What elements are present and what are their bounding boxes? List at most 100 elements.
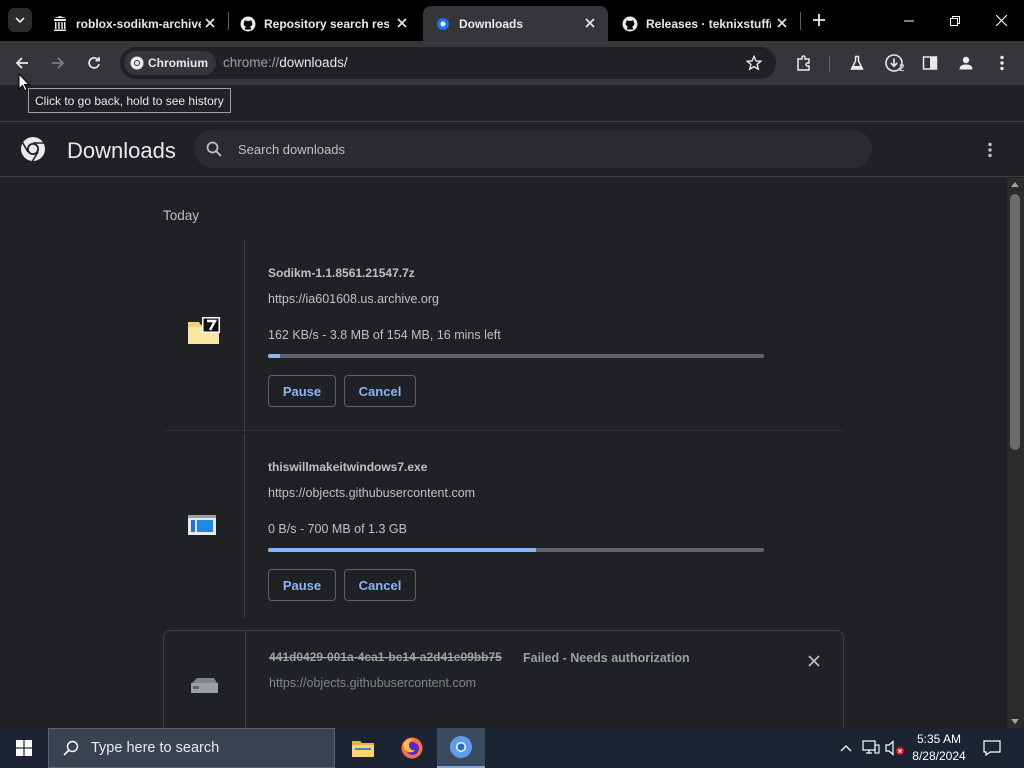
chip-label: Chromium [148,56,208,70]
folder-icon [352,741,374,757]
downloads-header: Downloads [0,121,1024,177]
profile-button[interactable] [952,49,980,77]
minimize-button[interactable] [886,0,932,41]
minimize-icon [904,20,914,21]
show-hidden-icons-button[interactable] [836,738,856,758]
taskbar-search-box[interactable]: Type here to search [48,728,335,768]
scroll-up-icon[interactable] [1011,182,1019,187]
tab-title: Repository search results [264,16,389,31]
reload-button[interactable] [80,49,108,77]
archive-icon [54,15,66,31]
mouse-cursor-icon [18,73,30,92]
tab-downloads[interactable]: Downloads [423,6,608,41]
scroll-down-icon[interactable] [1011,719,1019,724]
back-button-tooltip: Click to go back, hold to see history [28,88,231,113]
browser-toolbar: Chromium chrome://downloads/ 2 [0,41,1024,85]
tab-separator [800,12,801,30]
extensions-button[interactable] [790,49,818,77]
side-panel-button[interactable] [916,49,944,77]
tab-roblox-archive[interactable]: roblox-sodikm-archive [40,6,228,41]
bookmark-button[interactable] [740,49,768,77]
address-bar[interactable]: Chromium chrome://downloads/ [120,47,776,79]
vertical-dots-icon [1000,55,1004,71]
url-scheme: chrome:// [223,55,280,70]
file-name[interactable]: thiswillmakeitwindows7.exe [268,460,427,474]
tab-close-icon[interactable] [774,15,790,31]
toolbar-divider [829,56,830,72]
chevron-down-icon [15,17,25,24]
volume-tray-button[interactable] [885,738,905,758]
url-text[interactable]: chrome://downloads/ [223,55,348,70]
downloads-count-badge: 2 [899,63,905,74]
7z-archive-icon [188,317,220,344]
drive-icon [191,678,218,693]
arrow-right-icon [52,57,65,69]
site-info-chip[interactable]: Chromium [124,51,216,75]
remove-from-list-button[interactable] [804,651,824,671]
file-name[interactable]: 441d0429-001a-4ca1-bc14-a2d41e09bb75 [269,650,502,664]
progress-fill [268,548,536,552]
cancel-button[interactable]: Cancel [344,375,416,407]
date-group-label: Today [163,208,200,223]
windows-taskbar: Type here to search 5:35 AM 8/28/2024 [0,728,1024,768]
page-title: Downloads [67,138,176,163]
item-divider [163,430,844,431]
network-tray-button[interactable] [861,738,881,758]
search-downloads-box[interactable] [194,130,872,168]
cancel-button[interactable]: Cancel [344,569,416,601]
arrow-left-icon [15,57,28,69]
clock-date: 8/28/2024 [912,749,966,763]
person-icon [959,56,973,70]
file-explorer-button[interactable] [339,728,387,768]
file-url[interactable]: https://objects.githubusercontent.com [269,676,476,690]
tab-releases[interactable]: Releases · teknixstuff/ [610,6,800,41]
restore-icon [950,15,960,26]
download-status: 162 KB/s - 3.8 MB of 154 MB, 16 mins lef… [268,328,501,342]
chevron-up-icon [840,745,852,752]
firefox-button[interactable] [388,728,436,768]
chromium-taskbar-button[interactable] [437,728,485,768]
progress-bar [268,548,764,552]
new-tab-button[interactable] [808,9,830,31]
pause-button[interactable]: Pause [268,569,336,601]
network-icon [862,740,880,754]
close-window-button[interactable] [978,0,1024,41]
browser-menu-button[interactable] [988,49,1016,77]
more-actions-button[interactable] [978,138,1002,162]
taskbar-search-placeholder: Type here to search [91,740,220,756]
file-name[interactable]: Sodikm-1.1.8561.21547.7z [268,266,415,280]
chromium-logo-icon [21,137,45,162]
downloads-button[interactable]: 2 [880,49,908,77]
search-input[interactable] [238,130,838,168]
file-url[interactable]: https://ia601608.us.archive.org [268,292,439,306]
download-status: 0 B/s - 700 MB of 1.3 GB [268,522,407,536]
file-url[interactable]: https://objects.githubusercontent.com [268,486,475,500]
restore-button[interactable] [932,0,978,41]
taskbar-clock[interactable]: 5:35 AM 8/28/2024 [906,731,972,765]
url-path: downloads/ [279,55,348,70]
flask-icon [850,55,864,70]
tab-close-icon[interactable] [582,15,598,31]
puzzle-icon [797,55,810,71]
tab-title: Releases · teknixstuff/ [646,16,771,31]
notification-icon [983,740,1001,756]
scrollbar-thumb[interactable] [1010,194,1020,450]
windows-logo-icon [16,740,32,756]
forward-button[interactable] [44,49,72,77]
page-scrollbar[interactable] [1007,178,1024,728]
close-icon [995,15,1007,26]
tab-close-icon[interactable] [202,15,218,31]
github-icon [240,16,256,31]
tab-close-icon[interactable] [394,15,410,31]
firefox-icon [401,737,423,759]
close-icon [808,655,820,667]
tab-search-button[interactable] [8,8,32,32]
labs-button[interactable] [843,49,871,77]
downloads-list: Today Sodikm-1.1.8561.21547.7z https://i… [0,178,1007,728]
notifications-button[interactable] [980,736,1004,760]
pause-button[interactable]: Pause [268,375,336,407]
start-button[interactable] [0,728,48,768]
reload-icon [88,57,100,69]
progress-bar [268,354,764,358]
tab-repository-search[interactable]: Repository search results [228,6,420,41]
